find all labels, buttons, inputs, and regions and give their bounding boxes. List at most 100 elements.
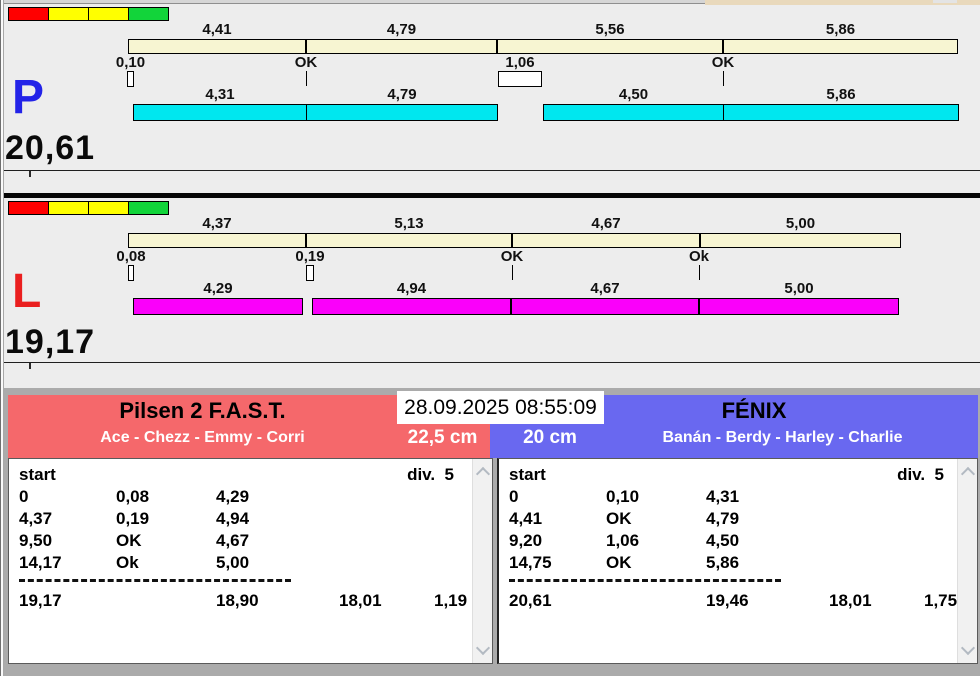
lane-letter: P (12, 71, 45, 124)
table-cell: 4,41 (509, 509, 543, 528)
reference-split-label: 4,37 (202, 215, 232, 232)
timing-app-window: P 20,61 4,41 4,79 5,56 5,86 0,10 OK 1,06 OK 4,31 4,… (0, 0, 980, 676)
chevron-down-icon[interactable] (475, 640, 491, 656)
lane-letter: L (12, 265, 42, 318)
table-division-label: div. 5 (897, 465, 944, 484)
reference-bar-segment (512, 233, 700, 248)
window-left-border-shadow (3, 0, 4, 676)
results-table-right: start div. 5 0 0,10 4,31 4,41 OK 4,79 9,20 1,06 4,… (497, 458, 978, 664)
status-light (128, 7, 169, 21)
reference-bar-segment (306, 233, 512, 248)
run-panel-left-lane: L 19,17 4,37 5,13 4,67 5,00 0,08 0,19 OK Ok 4,29 4,… (0, 198, 980, 363)
lane-total-time: 20,61 (5, 129, 96, 167)
changeover-loss-box (127, 71, 134, 87)
scrollbar[interactable] (957, 459, 977, 663)
run-bar-segment (312, 298, 511, 315)
table-cell: 5,00 (216, 553, 250, 572)
table-cell: 9,50 (19, 531, 53, 550)
run-bar-segment (133, 298, 303, 315)
table-cell: 0 (19, 487, 29, 506)
status-light (8, 201, 49, 215)
table-total-cell: 19,46 (706, 591, 749, 610)
changeover-label: 1,06 (505, 54, 535, 71)
changeover-label: 0,10 (115, 54, 146, 71)
table-cell: 4,31 (706, 487, 740, 506)
chevron-up-icon[interactable] (475, 466, 491, 482)
lane-total-time: 19,17 (5, 323, 96, 361)
table-total-cell: 1,75 (924, 591, 958, 610)
team-dogs: Ace - Chezz - Emmy - Corri (100, 429, 305, 446)
table-cell: 0,08 (116, 487, 150, 506)
datetime-display: 28.09.2025 08:55:09 (397, 391, 604, 424)
reference-bar-segment (723, 39, 958, 54)
run-split-label: 5,86 (826, 86, 856, 103)
reference-split-label: 4,79 (386, 21, 417, 38)
status-light (48, 201, 89, 215)
team-name: Pilsen 2 F.A.S.T. (119, 398, 286, 423)
run-split-label: 4,29 (203, 280, 233, 297)
chevron-down-icon[interactable] (960, 640, 976, 656)
reference-split-label: 5,86 (825, 21, 856, 38)
changeover-loss-box (128, 265, 134, 281)
reference-split-label: 4,67 (591, 215, 621, 232)
run-bar-segment (306, 104, 498, 121)
scrollbar[interactable] (472, 459, 492, 663)
table-cell: 0,19 (116, 509, 150, 528)
reference-bar-segment (306, 39, 497, 54)
reference-split-label: 4,41 (202, 21, 232, 38)
run-split-label: 4,50 (618, 86, 649, 103)
run-split-label: 4,31 (205, 86, 235, 103)
reference-split-label: 5,56 (595, 21, 625, 38)
cursor-mark (29, 171, 31, 177)
table-total-cell: 18,01 (339, 591, 382, 610)
table-cell: 4,29 (216, 487, 250, 506)
table-cell: 9,20 (509, 531, 543, 550)
table-total-cell: 20,61 (509, 591, 552, 610)
table-cell: 0,10 (606, 487, 640, 506)
table-start-label: start (509, 465, 546, 484)
table-total-cell: 18,01 (829, 591, 872, 610)
table-division-label: div. 5 (407, 465, 454, 484)
jump-height-badge: 20 cm (523, 427, 577, 448)
run-bar-segment (133, 104, 307, 121)
changeover-label: OK (711, 54, 735, 71)
cursor-mark (29, 363, 31, 369)
table-separator (19, 579, 291, 582)
table-cell: 4,94 (216, 509, 250, 528)
status-light (88, 201, 129, 215)
status-light (48, 7, 89, 21)
changeover-ok-tick (306, 71, 307, 86)
run-panel-right-lane: P 20,61 4,41 4,79 5,56 5,86 0,10 OK 1,06 OK 4,31 4,… (0, 4, 980, 171)
status-light (88, 7, 129, 21)
run-bar-segment (543, 104, 724, 121)
changeover-ok-tick (723, 71, 724, 86)
changeover-ok-tick (512, 265, 513, 280)
reference-bar-segment (128, 233, 306, 248)
run-split-label: 4,94 (396, 280, 427, 297)
changeover-label: 0,08 (116, 248, 146, 265)
table-cell: 4,37 (19, 509, 53, 528)
table-cell: 4,50 (706, 531, 740, 550)
toolbar-notch (933, 0, 957, 3)
status-light (128, 201, 169, 215)
table-cell: 14,75 (509, 553, 552, 572)
reference-bar-segment (497, 39, 723, 54)
team-dogs: Banán - Berdy - Harley - Charlie (662, 429, 903, 446)
table-cell: 0 (509, 487, 519, 506)
changeover-loss-box (498, 71, 542, 87)
changeover-label: 0,19 (295, 248, 325, 265)
chevron-up-icon[interactable] (960, 466, 976, 482)
changeover-ok-tick (699, 265, 700, 280)
run-bar-segment (511, 298, 699, 315)
reference-bar-segment (128, 39, 306, 54)
jump-height-badge: 22,5 cm (407, 427, 478, 448)
results-table-left: start div. 5 0 0,08 4,29 4,37 0,19 4,94 9,50 OK 4,… (8, 458, 493, 664)
changeover-label: OK (500, 248, 524, 265)
table-cell: 4,67 (216, 531, 250, 550)
table-total-cell: 1,19 (434, 591, 468, 610)
reference-bar-segment (700, 233, 901, 248)
run-bar-segment (723, 104, 959, 121)
changeover-label: Ok (688, 248, 709, 265)
table-cell: OK (606, 509, 632, 528)
table-cell: 14,17 (19, 553, 62, 572)
